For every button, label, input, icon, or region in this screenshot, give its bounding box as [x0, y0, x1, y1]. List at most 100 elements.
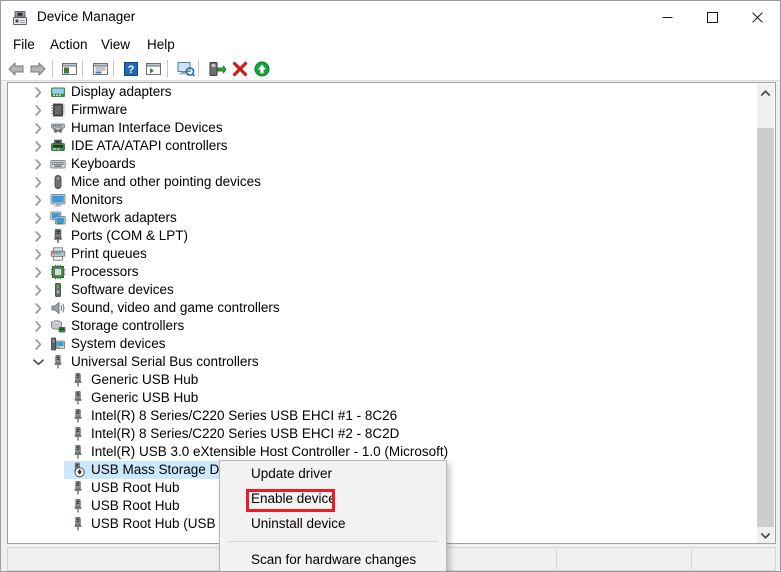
usb-icon: [70, 426, 86, 442]
scan-for-hardware-changes-button[interactable]: [174, 58, 196, 79]
speaker-icon: [50, 300, 66, 316]
menu-help[interactable]: Help: [140, 36, 182, 54]
help-icon: ?: [123, 61, 139, 77]
chevron-right-icon: [35, 267, 42, 278]
context-menu-item[interactable]: Enable device: [220, 486, 446, 511]
device-manager-window: Device Manager File Action View Help: [0, 0, 781, 572]
menu-bar: File Action View Help: [1, 34, 781, 56]
device-tree-row[interactable]: System devices: [8, 335, 758, 353]
toolbar-separator: [82, 60, 83, 77]
tree-expander[interactable]: [30, 263, 46, 281]
device-tree-row[interactable]: Monitors: [8, 191, 758, 209]
port-icon: [50, 228, 66, 244]
tree-expander[interactable]: [30, 119, 46, 137]
menu-action[interactable]: Action: [43, 36, 95, 54]
device-tree-row[interactable]: Human Interface Devices: [8, 119, 758, 137]
tree-expander[interactable]: [30, 137, 46, 155]
show-hide-console-tree-button[interactable]: [58, 58, 80, 79]
device-tree-row-label: Print queues: [71, 245, 147, 263]
scrollbar-thumb[interactable]: [757, 128, 774, 538]
device-tree-row[interactable]: Print queues: [8, 245, 758, 263]
tree-expander[interactable]: [30, 173, 46, 191]
usb-icon: [70, 390, 86, 406]
device-tree-row-label: IDE ATA/ATAPI controllers: [71, 137, 228, 155]
device-tree-row[interactable]: Storage controllers: [8, 317, 758, 335]
device-tree-row-label: Sound, video and game controllers: [71, 299, 280, 317]
chevron-right-icon: [35, 213, 42, 224]
context-menu-item[interactable]: Update driver: [220, 461, 446, 486]
device-tree-row[interactable]: Mice and other pointing devices: [8, 173, 758, 191]
vertical-scrollbar[interactable]: [757, 84, 774, 544]
usb-icon: [70, 426, 86, 442]
close-button[interactable]: [735, 1, 780, 33]
chevron-right-icon: [35, 285, 42, 296]
firmware-chip-icon: [50, 102, 66, 118]
device-tree-row[interactable]: Sound, video and game controllers: [8, 299, 758, 317]
tree-expander[interactable]: [30, 299, 46, 317]
device-tree-row-label: Intel(R) 8 Series/C220 Series USB EHCI #…: [91, 407, 397, 425]
chevron-right-icon: [35, 339, 42, 350]
context-menu-separator: [228, 541, 438, 542]
device-tree-row[interactable]: IDE ATA/ATAPI controllers: [8, 137, 758, 155]
show-hide-action-pane-button[interactable]: [142, 58, 164, 79]
help-button[interactable]: ?: [120, 58, 142, 79]
scroll-down-button[interactable]: [757, 527, 774, 544]
port-icon: [50, 228, 66, 244]
uninstall-device-button[interactable]: [229, 58, 251, 79]
hid-gamepad-icon: [50, 120, 66, 136]
minimize-button[interactable]: [645, 1, 690, 33]
device-tree-row-label: Mice and other pointing devices: [71, 173, 261, 191]
tree-expander[interactable]: [30, 281, 46, 299]
maximize-button[interactable]: [690, 1, 735, 33]
device-tree-row[interactable]: Intel(R) 8 Series/C220 Series USB EHCI #…: [8, 425, 758, 443]
tree-expander[interactable]: [30, 101, 46, 119]
printer-icon: [50, 246, 66, 262]
properties-button[interactable]: [89, 58, 111, 79]
processor-icon: [50, 264, 66, 280]
mouse-icon: [50, 174, 66, 190]
tree-expander[interactable]: [30, 227, 46, 245]
firmware-chip-icon: [50, 102, 66, 118]
tree-expander[interactable]: [30, 83, 46, 101]
scan-for-hardware-changes-icon: [176, 60, 195, 77]
device-tree-row[interactable]: Generic USB Hub: [8, 389, 758, 407]
tree-expander[interactable]: [30, 155, 46, 173]
update-driver-button[interactable]: [206, 58, 228, 79]
context-menu-item[interactable]: Uninstall device: [220, 511, 446, 536]
device-tree-row[interactable]: Universal Serial Bus controllers: [8, 353, 758, 371]
device-tree-row-label: Human Interface Devices: [71, 119, 223, 137]
back-button[interactable]: [5, 58, 27, 79]
device-tree-row-label: Ports (COM & LPT): [71, 227, 188, 245]
network-adapter-icon: [50, 210, 66, 226]
minimize-icon: [662, 12, 673, 23]
tree-expander[interactable]: [30, 209, 46, 227]
tree-expander[interactable]: [30, 317, 46, 335]
usb-icon: [70, 444, 86, 460]
chevron-right-icon: [35, 123, 42, 134]
scroll-up-button[interactable]: [757, 84, 774, 101]
window-title: Device Manager: [37, 9, 135, 24]
tree-expander[interactable]: [30, 353, 46, 371]
device-tree-row[interactable]: Keyboards: [8, 155, 758, 173]
tree-expander[interactable]: [30, 335, 46, 353]
menu-file[interactable]: File: [6, 36, 42, 54]
context-menu-item[interactable]: Scan for hardware changes: [220, 547, 446, 572]
toolbar-separator: [52, 60, 53, 77]
tree-expander[interactable]: [30, 245, 46, 263]
forward-button[interactable]: [27, 58, 49, 79]
device-tree-row[interactable]: Ports (COM & LPT): [8, 227, 758, 245]
device-tree-row[interactable]: Intel(R) 8 Series/C220 Series USB EHCI #…: [8, 407, 758, 425]
enable-device-button[interactable]: [251, 58, 273, 79]
menu-view[interactable]: View: [94, 36, 137, 54]
device-tree-row[interactable]: Generic USB Hub: [8, 371, 758, 389]
device-tree-row[interactable]: Software devices: [8, 281, 758, 299]
device-tree-row[interactable]: Display adapters: [8, 83, 758, 101]
tree-expander[interactable]: [30, 191, 46, 209]
device-tree-row[interactable]: Firmware: [8, 101, 758, 119]
status-bar-divider: [691, 549, 692, 569]
device-tree-row[interactable]: Network adapters: [8, 209, 758, 227]
device-tree-row[interactable]: Processors: [8, 263, 758, 281]
system-device-icon: [50, 336, 66, 352]
device-tree-row[interactable]: Intel(R) USB 3.0 eXtensible Host Control…: [8, 443, 758, 461]
device-tree-row-label: Processors: [71, 263, 139, 281]
